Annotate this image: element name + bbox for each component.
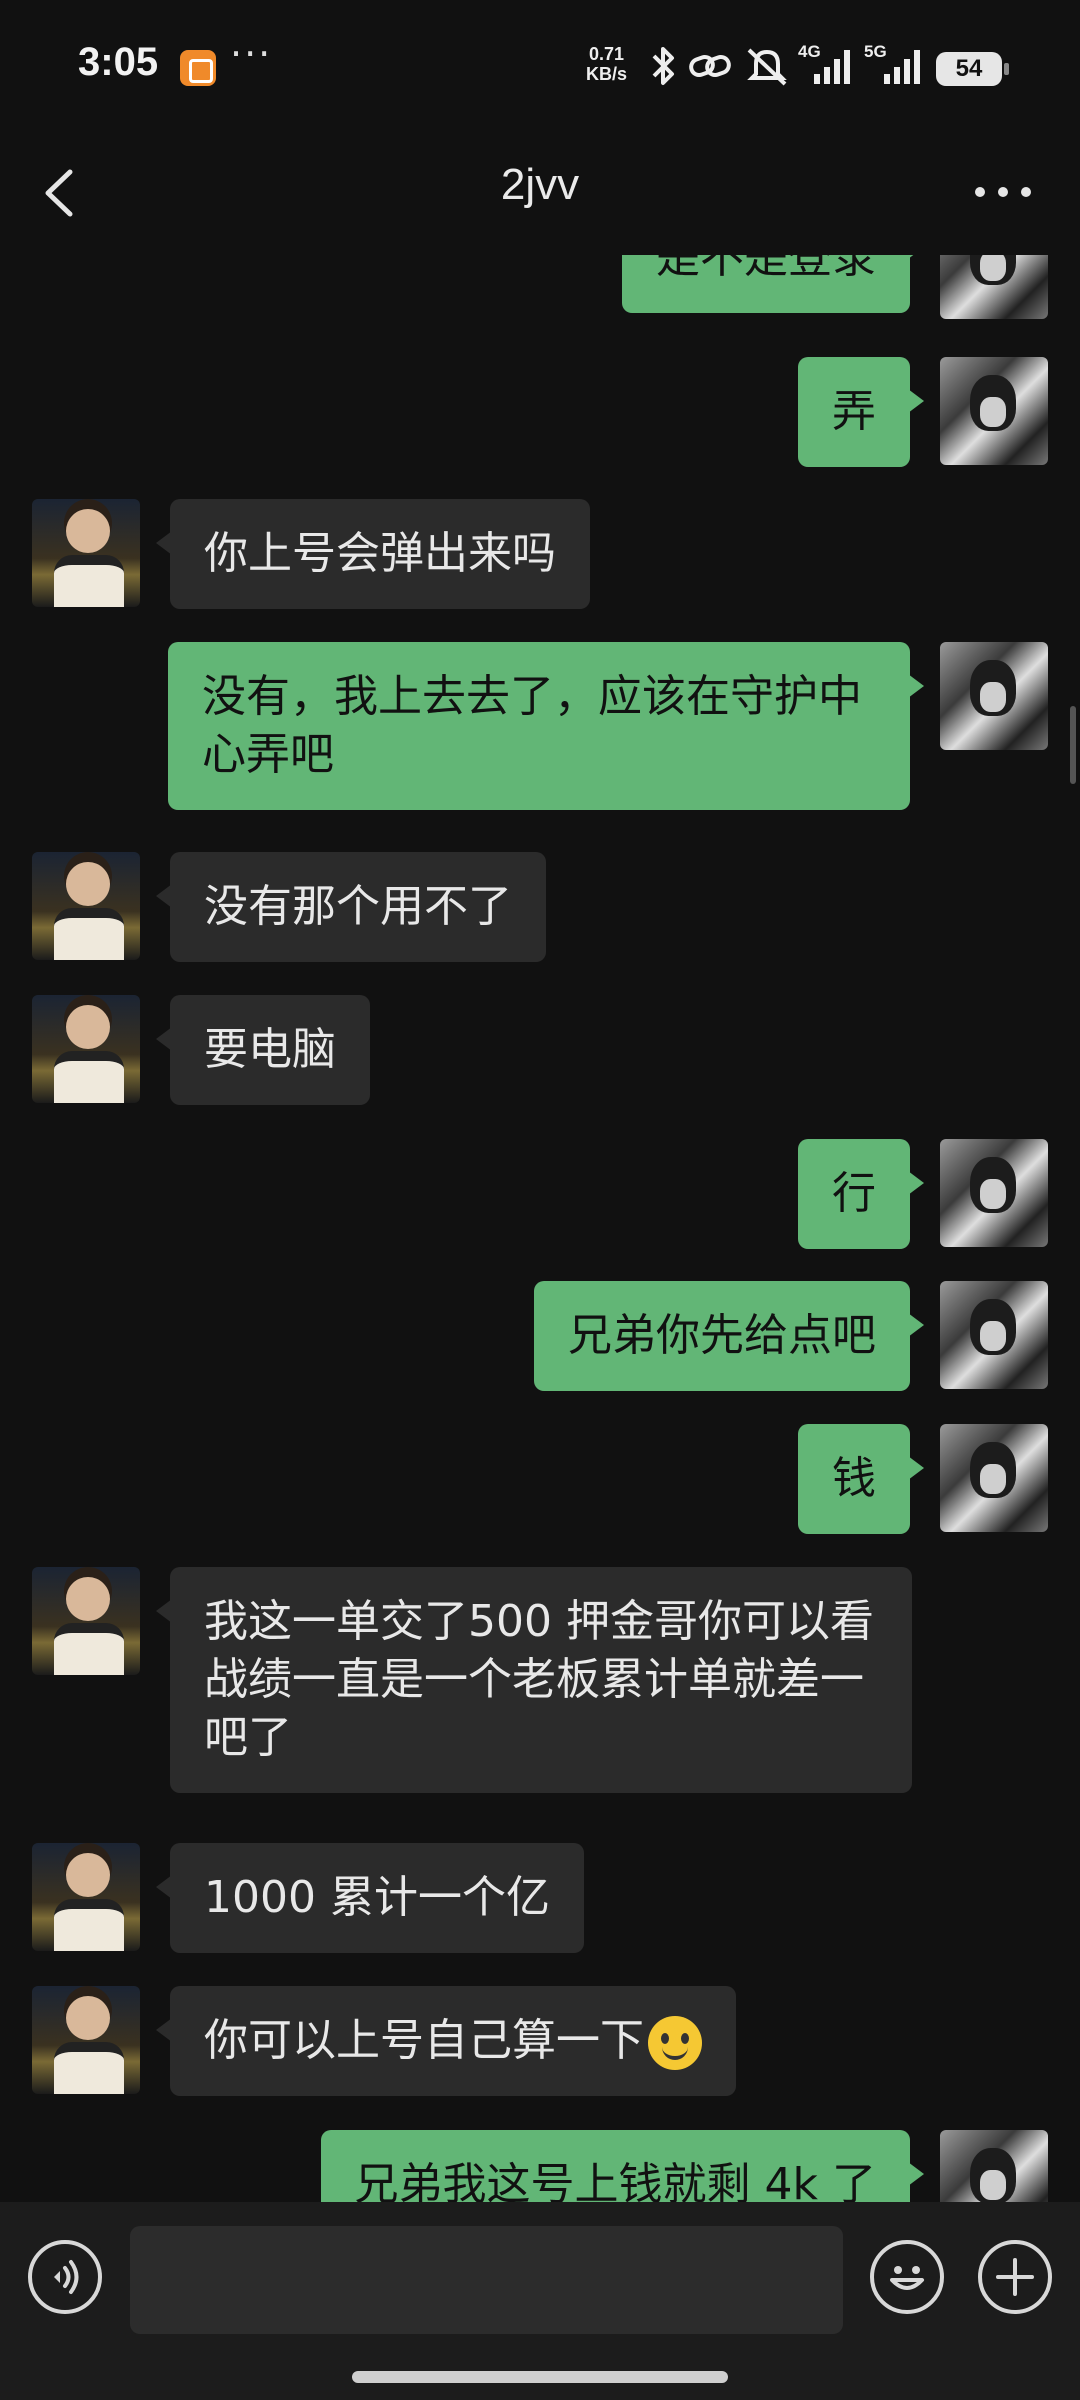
avatar-self[interactable] bbox=[940, 255, 1048, 319]
chat-messages[interactable]: 是不是登录 弄 你上号会弹出来吗 没有，我上去去了，应该在守护中心弄吧 没有那个… bbox=[0, 255, 1080, 2202]
message-text: 你可以上号自己算一下 bbox=[204, 2015, 644, 2066]
avatar-self[interactable] bbox=[940, 1139, 1048, 1247]
link-icon bbox=[689, 54, 731, 78]
emoji-icon bbox=[890, 2266, 924, 2290]
voice-button[interactable] bbox=[28, 2240, 102, 2314]
avatar-contact[interactable] bbox=[32, 852, 140, 960]
status-bar: 3:05 ··· 0.71 KB/s 4G 5G 54 bbox=[0, 0, 1080, 130]
home-indicator[interactable] bbox=[352, 2371, 728, 2383]
voice-icon bbox=[54, 2260, 79, 2294]
signal-5g: 5G bbox=[864, 42, 928, 86]
signal-bars-icon bbox=[884, 50, 920, 84]
message-bubble-other[interactable]: 没有那个用不了 bbox=[156, 852, 546, 962]
message-bubble-other[interactable]: 你上号会弹出来吗 bbox=[156, 499, 590, 609]
avatar-contact[interactable] bbox=[32, 1567, 140, 1675]
more-notifications-icon: ··· bbox=[230, 32, 273, 76]
network-speed: 0.71 KB/s bbox=[586, 44, 627, 84]
smile-emoji-icon bbox=[648, 2016, 702, 2070]
network-speed-unit: KB/s bbox=[586, 64, 628, 84]
avatar-contact[interactable] bbox=[32, 1843, 140, 1951]
avatar-contact[interactable] bbox=[32, 995, 140, 1103]
chat-title: 2jvv bbox=[500, 160, 580, 209]
network-speed-value: 0.71 bbox=[588, 44, 625, 64]
signal-4g: 4G bbox=[798, 42, 858, 86]
avatar-contact[interactable] bbox=[32, 1986, 140, 2094]
message-bubble-self[interactable]: 没有，我上去去了，应该在守护中心弄吧 bbox=[168, 642, 924, 810]
plus-icon bbox=[996, 2258, 1034, 2296]
bluetooth-icon bbox=[652, 47, 674, 85]
message-bubble-other[interactable]: 要电脑 bbox=[156, 995, 370, 1105]
app-notification-icon bbox=[180, 50, 216, 86]
status-time: 3:05 bbox=[78, 40, 159, 84]
battery-indicator: 54 bbox=[936, 52, 1009, 86]
message-bubble-self[interactable]: 钱 bbox=[798, 1424, 924, 1534]
message-bubble-self[interactable]: 兄弟你先给点吧 bbox=[534, 1281, 924, 1391]
message-bubble-self[interactable]: 弄 bbox=[798, 357, 924, 467]
message-bubble-self[interactable]: 兄弟我这号上钱就剩 4k 了 bbox=[320, 2130, 925, 2202]
message-bubble-other[interactable]: 1000 累计一个亿 bbox=[156, 1843, 584, 1953]
avatar-self[interactable] bbox=[940, 1281, 1048, 1389]
message-bubble-self[interactable]: 是不是登录 bbox=[622, 255, 924, 313]
message-input[interactable] bbox=[130, 2226, 843, 2334]
message-bubble-self[interactable]: 行 bbox=[798, 1139, 924, 1249]
message-bubble-other[interactable]: 你可以上号自己算一下 bbox=[156, 1986, 736, 2096]
scrollbar[interactable] bbox=[1070, 706, 1076, 784]
avatar-self[interactable] bbox=[940, 357, 1048, 465]
silent-bell-icon bbox=[747, 48, 787, 86]
emoji-button[interactable] bbox=[870, 2240, 944, 2314]
avatar-self[interactable] bbox=[940, 642, 1048, 750]
avatar-contact[interactable] bbox=[32, 499, 140, 607]
avatar-self[interactable] bbox=[940, 2130, 1048, 2202]
avatar-self[interactable] bbox=[940, 1424, 1048, 1532]
more-actions-button[interactable] bbox=[978, 2240, 1052, 2314]
more-horizontal-icon bbox=[975, 187, 1031, 197]
message-bubble-other[interactable]: 我这一单交了500 押金哥你可以看战绩一直是一个老板累计单就差一吧了 bbox=[156, 1567, 912, 1793]
more-options-button[interactable] bbox=[972, 172, 1034, 212]
signal-bars-icon bbox=[814, 50, 850, 84]
